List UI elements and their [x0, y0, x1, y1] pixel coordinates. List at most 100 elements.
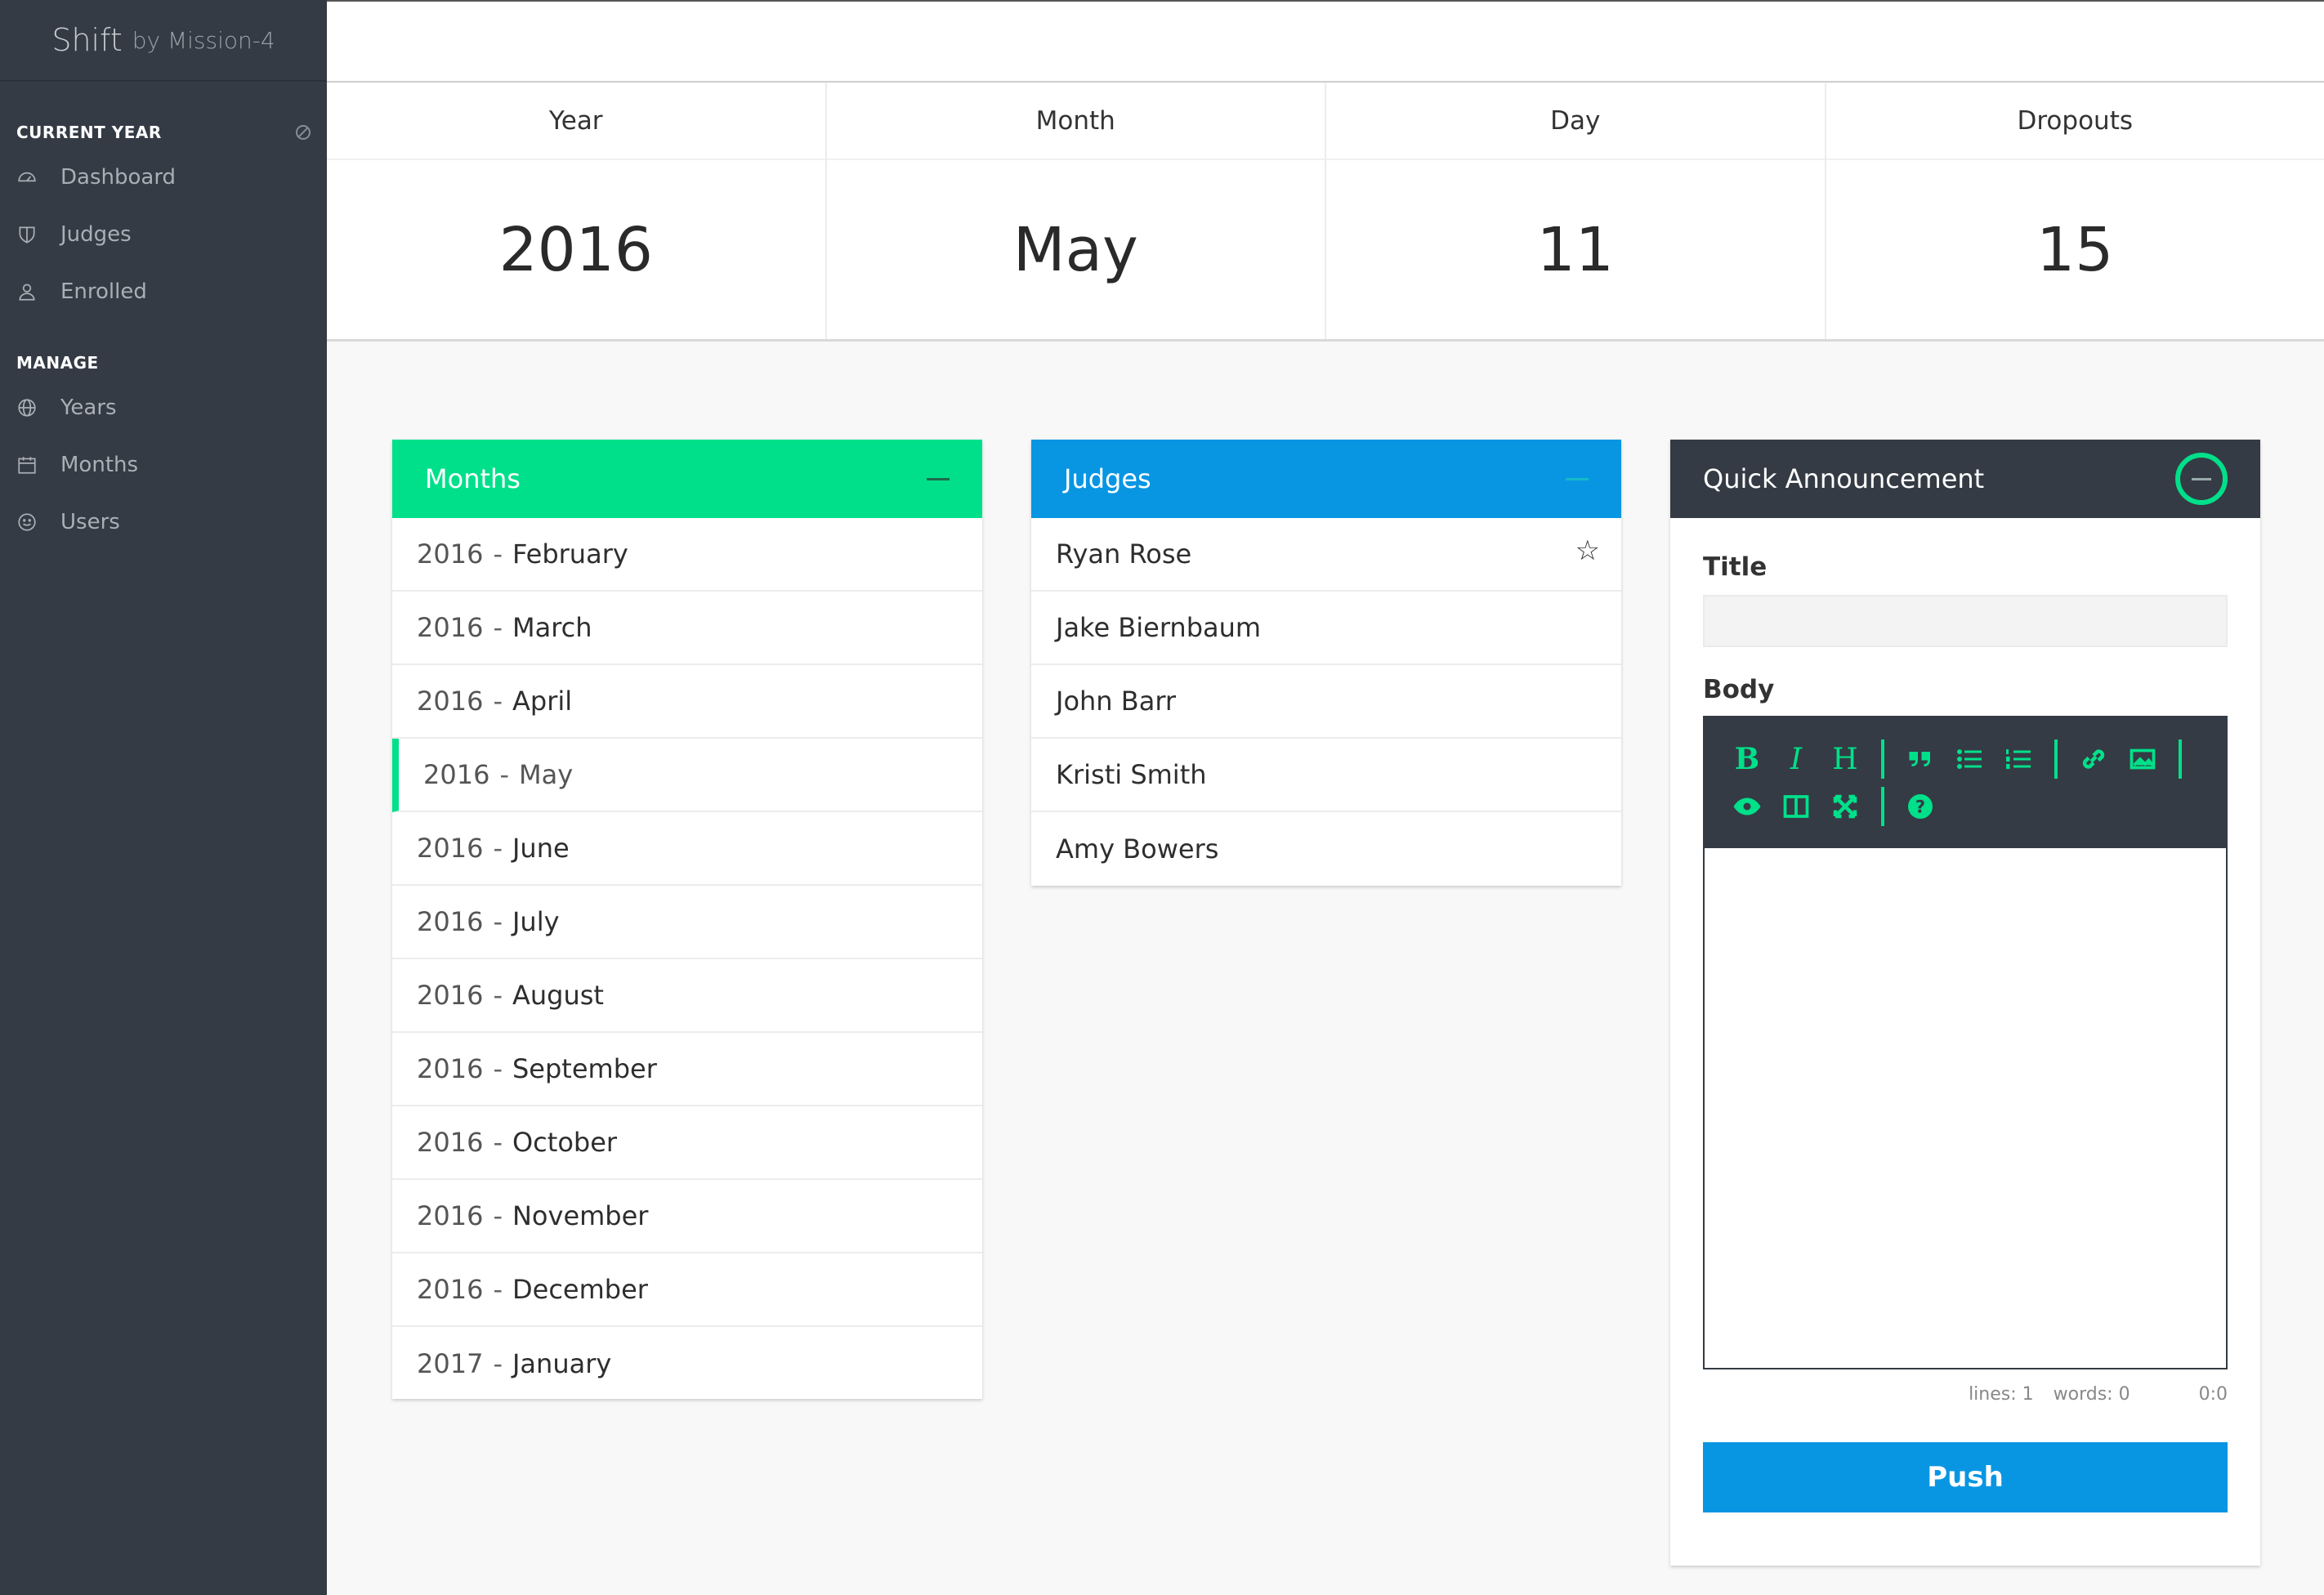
month-separator: -	[493, 980, 503, 1011]
month-year: 2016	[417, 686, 484, 717]
brand-logo[interactable]: Shift by Mission-4	[0, 0, 327, 82]
month-list-item[interactable]: 2016- May	[392, 739, 982, 812]
judges-panel-header: Judges	[1031, 440, 1621, 518]
quote-icon[interactable]	[1896, 735, 1945, 783]
collapse-icon[interactable]	[927, 477, 950, 480]
star-icon[interactable]: ☆	[1575, 534, 1600, 567]
body-label: Body	[1703, 675, 1775, 704]
sidebar-item-label: Enrolled	[60, 279, 147, 304]
month-separator: -	[493, 1274, 503, 1305]
sidebar-item-years[interactable]: Years	[0, 379, 327, 436]
month-list-item[interactable]: 2016- April	[392, 665, 982, 739]
month-separator: -	[493, 906, 503, 937]
months-panel-header: Months	[392, 440, 982, 518]
month-name: July	[512, 906, 560, 937]
month-list-item[interactable]: 2016- December	[392, 1253, 982, 1327]
announcement-panel: Quick Announcement Title Body B I H ? li…	[1670, 440, 2260, 1566]
stat-value: 11	[1536, 214, 1614, 285]
toolbar-divider	[2054, 739, 2058, 779]
lines-count: lines: 1	[1969, 1384, 2034, 1405]
collapse-toggle-icon[interactable]	[296, 125, 311, 140]
month-year: 2016	[417, 1127, 484, 1158]
month-list-item[interactable]: 2016- March	[392, 592, 982, 665]
shield-icon	[16, 224, 60, 245]
sidebar-item-label: Months	[60, 453, 139, 477]
side-by-side-icon[interactable]	[1772, 783, 1821, 830]
stat-dropouts: Dropouts 15	[1826, 83, 2324, 339]
stat-value: May	[1012, 214, 1138, 285]
sidebar-item-label: Users	[60, 510, 120, 534]
month-separator: -	[493, 538, 503, 570]
month-name: March	[512, 612, 592, 643]
unordered-list-icon[interactable]	[1945, 735, 1994, 783]
bold-button[interactable]: B	[1723, 735, 1772, 783]
cursor-position: 0:0	[2198, 1384, 2228, 1405]
month-separator: -	[493, 1053, 503, 1084]
month-list-item[interactable]: 2016- October	[392, 1106, 982, 1180]
month-list-item[interactable]: 2016- June	[392, 812, 982, 886]
judge-name: Amy Bowers	[1056, 833, 1219, 865]
heading-button[interactable]: H	[1821, 735, 1870, 783]
sidebar-item-dashboard[interactable]: Dashboard	[0, 149, 327, 206]
help-icon[interactable]: ?	[1896, 783, 1945, 830]
toolbar-divider	[2179, 739, 2182, 779]
sidebar-item-months[interactable]: Months	[0, 436, 327, 494]
month-separator: -	[493, 1127, 503, 1158]
link-icon[interactable]	[2069, 735, 2118, 783]
smiley-icon	[16, 512, 60, 533]
editor-statusbar: lines: 1 words: 0 0:0	[1703, 1384, 2228, 1405]
fullscreen-icon[interactable]	[1821, 783, 1870, 830]
judge-list-item[interactable]: Jake Biernbaum	[1031, 592, 1621, 665]
month-separator: -	[493, 1200, 503, 1231]
judges-panel: Judges Ryan Rose ☆ Jake Biernbaum John Barr…	[1031, 440, 1621, 886]
judges-list: Ryan Rose ☆ Jake Biernbaum John Barr Kristi …	[1031, 518, 1621, 886]
stat-month: Month May	[826, 83, 1326, 339]
month-list-item[interactable]: 2016- September	[392, 1033, 982, 1106]
month-list-item[interactable]: 2017- January	[392, 1327, 982, 1401]
month-year: 2016	[423, 759, 490, 790]
month-year: 2016	[417, 906, 484, 937]
sidebar-item-judges[interactable]: Judges	[0, 206, 327, 263]
judge-list-item[interactable]: Ryan Rose ☆	[1031, 518, 1621, 592]
editor-textarea[interactable]	[1705, 848, 2226, 1368]
manage-section-header: MANAGE	[0, 346, 327, 379]
sidebar-item-label: Years	[60, 395, 117, 420]
current-year-label: CURRENT YEAR	[16, 123, 162, 142]
italic-button[interactable]: I	[1772, 735, 1821, 783]
image-icon[interactable]	[2118, 735, 2167, 783]
months-panel: Months 2016- February 2016- March 2016- April…	[392, 440, 982, 1399]
stat-label: Dropouts	[1826, 83, 2324, 160]
sidebar-item-users[interactable]: Users	[0, 494, 327, 551]
collapse-circle-icon[interactable]	[2175, 453, 2228, 505]
month-list-item[interactable]: 2016- July	[392, 886, 982, 959]
title-input[interactable]	[1703, 595, 2228, 647]
calendar-icon	[16, 454, 60, 476]
month-separator: -	[499, 759, 509, 790]
month-list-item[interactable]: 2016- February	[392, 518, 982, 592]
panel-title: Quick Announcement	[1703, 463, 1985, 494]
collapse-icon[interactable]	[1566, 477, 1589, 480]
sidebar-item-label: Dashboard	[60, 165, 177, 190]
judge-list-item[interactable]: Kristi Smith	[1031, 739, 1621, 812]
words-count: words: 0	[2053, 1384, 2130, 1405]
stat-year: Year 2016	[327, 83, 827, 339]
ordered-list-icon[interactable]	[1994, 735, 2043, 783]
judge-name: Jake Biernbaum	[1056, 612, 1262, 643]
judge-list-item[interactable]: Amy Bowers	[1031, 812, 1621, 886]
month-name: April	[512, 686, 573, 717]
announcement-panel-header: Quick Announcement	[1670, 440, 2260, 518]
title-label: Title	[1703, 552, 1768, 582]
month-separator: -	[493, 612, 503, 643]
month-name: January	[512, 1348, 612, 1379]
month-name: November	[512, 1200, 649, 1231]
stat-value: 2016	[498, 214, 653, 285]
sidebar-item-enrolled[interactable]: Enrolled	[0, 263, 327, 320]
preview-eye-icon[interactable]	[1723, 783, 1772, 830]
push-button[interactable]: Push	[1703, 1442, 2228, 1512]
month-list-item[interactable]: 2016- November	[392, 1180, 982, 1253]
judge-list-item[interactable]: John Barr	[1031, 665, 1621, 739]
judge-name: Kristi Smith	[1056, 759, 1207, 790]
month-list-item[interactable]: 2016- August	[392, 959, 982, 1033]
month-separator: -	[493, 686, 503, 717]
user-icon	[16, 281, 60, 302]
